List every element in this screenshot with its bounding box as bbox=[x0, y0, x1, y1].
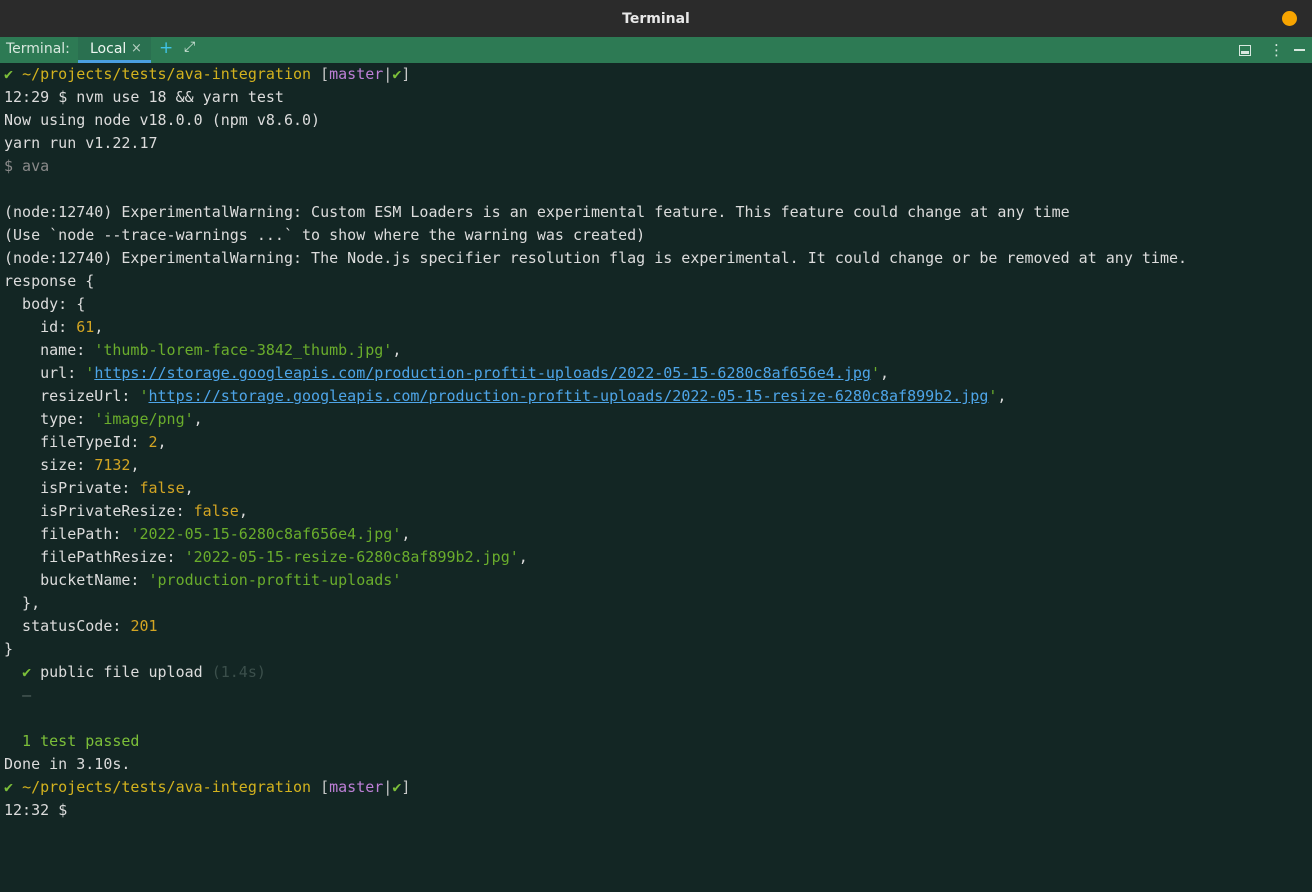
key: filePathResize: bbox=[4, 548, 185, 566]
key: name: bbox=[4, 341, 95, 359]
output-line: type: 'image/png', bbox=[4, 410, 203, 428]
url-link[interactable]: https://storage.googleapis.com/productio… bbox=[94, 364, 871, 382]
test-duration: (1.4s) bbox=[211, 663, 266, 681]
output-line: statusCode: 201 bbox=[4, 615, 1312, 638]
key: statusCode: bbox=[4, 617, 131, 635]
output-line: id: 61, bbox=[4, 318, 104, 336]
test-name: public file upload bbox=[40, 663, 203, 681]
value: 61 bbox=[76, 318, 95, 336]
terminal-output[interactable]: ✔ ~/projects/tests/ava-integration [mast… bbox=[0, 63, 1312, 892]
output-line: response { bbox=[4, 272, 95, 290]
output-line: body: { bbox=[4, 295, 86, 313]
window-titlebar: Terminal bbox=[0, 0, 1312, 37]
bracket: [ bbox=[320, 778, 330, 796]
check-icon: ✔ bbox=[4, 65, 14, 83]
prompt-time: 12:29 bbox=[4, 88, 50, 106]
expand-icon[interactable]: ⤢ bbox=[184, 39, 195, 55]
value: '2022-05-15-6280c8af656e4.jpg' bbox=[130, 525, 402, 543]
git-clean-icon: ✔ bbox=[392, 65, 402, 83]
prompt-path: ~/projects/tests/ava-integration bbox=[22, 778, 312, 796]
toolbar-label: Terminal: bbox=[6, 41, 70, 57]
output-line: }, bbox=[4, 594, 41, 612]
value: false bbox=[139, 479, 185, 497]
bracket: ] bbox=[401, 65, 411, 83]
output-line: size: 7132, bbox=[4, 456, 140, 474]
minimize-icon[interactable] bbox=[1294, 37, 1305, 63]
resize-url-link[interactable]: https://storage.googleapis.com/productio… bbox=[149, 387, 989, 405]
tab-local[interactable]: Local × bbox=[78, 37, 151, 63]
output-line: name: 'thumb-lorem-face-3842_thumb.jpg', bbox=[4, 341, 402, 359]
key: type: bbox=[4, 410, 95, 428]
window-control-dot[interactable] bbox=[1282, 11, 1297, 26]
key: id: bbox=[4, 318, 77, 336]
key: isPrivate: bbox=[4, 479, 140, 497]
value: false bbox=[193, 502, 239, 520]
output-line: filePathResize: '2022-05-15-resize-6280c… bbox=[4, 548, 528, 566]
separator: | bbox=[383, 778, 393, 796]
prompt-symbol: $ bbox=[58, 801, 68, 819]
output-line: resizeUrl: 'https://storage.googleapis.c… bbox=[4, 387, 1007, 405]
prompt-line: ✔ ~/projects/tests/ava-integration [mast… bbox=[4, 776, 1312, 799]
key: fileTypeId: bbox=[4, 433, 149, 451]
prompt-time: 12:32 bbox=[4, 801, 50, 819]
value: 'thumb-lorem-face-3842_thumb.jpg' bbox=[94, 341, 393, 359]
key: filePath: bbox=[4, 525, 131, 543]
value: 7132 bbox=[94, 456, 131, 474]
value: 'image/png' bbox=[94, 410, 194, 428]
git-branch: master bbox=[329, 65, 384, 83]
value: 201 bbox=[130, 617, 158, 635]
output-line: Now using node v18.0.0 (npm v8.6.0) bbox=[4, 111, 321, 129]
pass-icon: ✔ bbox=[22, 663, 32, 681]
key: isPrivateResize: bbox=[4, 502, 194, 520]
output-line: Done in 3.10s. bbox=[4, 755, 131, 773]
output-line: yarn run v1.22.17 bbox=[4, 134, 158, 152]
check-icon: ✔ bbox=[4, 778, 14, 796]
output-line: — bbox=[4, 684, 1312, 707]
warning-line: (node:12740) ExperimentalWarning: The No… bbox=[4, 249, 1188, 267]
output-line: filePath: '2022-05-15-6280c8af656e4.jpg'… bbox=[4, 525, 411, 543]
output-line: url: 'https://storage.googleapis.com/pro… bbox=[4, 364, 890, 382]
output-line: isPrivate: false, bbox=[4, 479, 194, 497]
summary-line: 1 test passed bbox=[4, 732, 140, 750]
prompt-line: ✔ ~/projects/tests/ava-integration [mast… bbox=[4, 63, 1312, 86]
git-clean-icon: ✔ bbox=[392, 778, 402, 796]
output-line: } bbox=[4, 640, 14, 658]
layout-icon[interactable] bbox=[1239, 37, 1251, 63]
terminal-toolbar: Terminal: Local × + ⤢ ⋮ bbox=[0, 37, 1312, 63]
new-tab-icon[interactable]: + bbox=[159, 38, 173, 58]
command-line[interactable]: 12:32 $ bbox=[4, 799, 1312, 822]
command-text: $ nvm use 18 && yarn test bbox=[58, 88, 284, 106]
prompt-path: ~/projects/tests/ava-integration bbox=[22, 65, 312, 83]
bracket: [ bbox=[320, 65, 330, 83]
command-line: 12:29 $ nvm use 18 && yarn test bbox=[4, 86, 1312, 109]
key: bucketName: bbox=[4, 571, 149, 589]
window-title: Terminal bbox=[622, 10, 690, 27]
key: url: bbox=[4, 364, 86, 382]
test-result-line: ✔ public file upload (1.4s) bbox=[4, 661, 1312, 684]
value: '2022-05-15-resize-6280c8af899b2.jpg' bbox=[184, 548, 519, 566]
divider: — bbox=[22, 686, 32, 704]
warning-line: (Use `node --trace-warnings ...` to show… bbox=[4, 226, 646, 244]
value: 2 bbox=[148, 433, 158, 451]
bracket: ] bbox=[401, 778, 411, 796]
output-line: fileTypeId: 2, bbox=[4, 433, 167, 451]
more-options-icon[interactable]: ⋮ bbox=[1269, 37, 1284, 63]
tab-close-icon[interactable]: × bbox=[131, 41, 142, 56]
output-line: $ ava bbox=[4, 157, 50, 175]
value: 'production-proftit-uploads' bbox=[148, 571, 402, 589]
warning-line: (node:12740) ExperimentalWarning: Custom… bbox=[4, 203, 1070, 221]
key: size: bbox=[4, 456, 95, 474]
output-line: isPrivateResize: false, bbox=[4, 502, 248, 520]
separator: | bbox=[383, 65, 393, 83]
output-line: bucketName: 'production-proftit-uploads' bbox=[4, 569, 1312, 592]
git-branch: master bbox=[329, 778, 384, 796]
key: resizeUrl: bbox=[4, 387, 140, 405]
tab-local-label: Local bbox=[90, 41, 127, 57]
